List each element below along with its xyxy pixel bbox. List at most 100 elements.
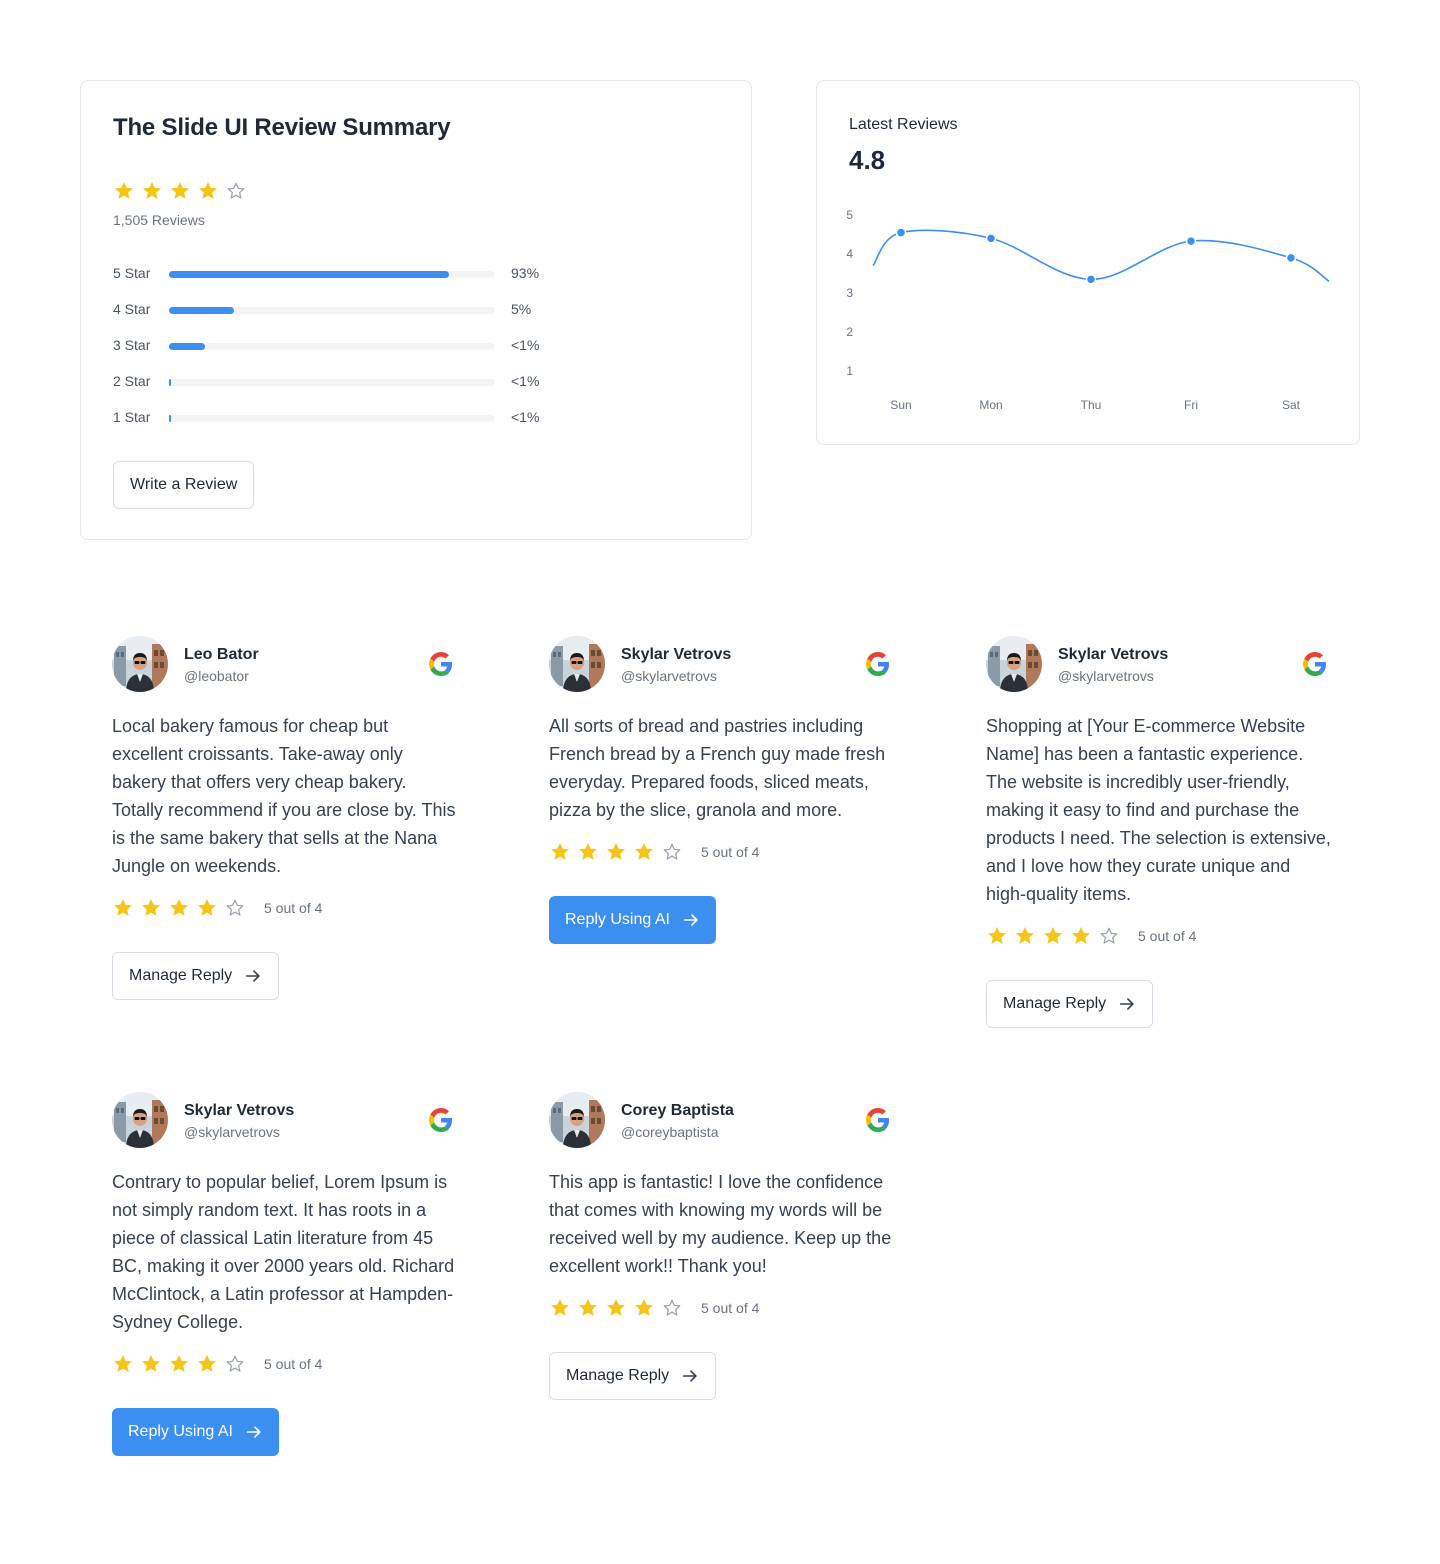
reviewer-name: Corey Baptista — [621, 1102, 734, 1119]
rating-distribution-row: 1 Star <1% — [113, 408, 593, 428]
distribution-label: 3 Star — [113, 337, 151, 353]
review-rating: 5 out of 4 — [112, 1350, 457, 1378]
data-point[interactable] — [1285, 252, 1297, 264]
review-header: Corey Baptista @coreybaptista — [549, 1092, 894, 1152]
star-filled-icon — [1014, 925, 1036, 947]
arrow-right-icon — [681, 1367, 699, 1385]
review-rating: 5 out of 4 — [549, 1294, 894, 1322]
star-filled-icon — [549, 841, 571, 863]
avatar — [549, 1092, 605, 1148]
manage-reply-button[interactable]: Manage Reply — [112, 952, 280, 1000]
y-tick-label: 1 — [846, 364, 853, 378]
distribution-bar-track — [169, 343, 495, 350]
review-text: Local bakery famous for cheap but excell… — [112, 716, 456, 876]
star-filled-icon — [1070, 925, 1092, 947]
star-empty-icon — [224, 897, 246, 919]
rating-text: 5 out of 4 — [264, 1356, 323, 1372]
review-rating: 5 out of 4 — [112, 894, 457, 922]
reviewer-name: Leo Bator — [184, 646, 259, 663]
rating-distribution-row: 2 Star <1% — [113, 372, 593, 392]
distribution-bar-track — [169, 379, 495, 386]
x-tick-label: Thu — [1081, 398, 1102, 412]
distribution-bar-track — [169, 415, 495, 422]
review-stars — [112, 1353, 246, 1375]
x-tick-label: Sat — [1282, 398, 1301, 412]
reply-using-ai-button[interactable]: Reply Using AI — [112, 1408, 279, 1456]
star-filled-icon — [986, 925, 1008, 947]
review-header: Skylar Vetrovs @skylarvetrovs — [112, 1092, 457, 1152]
star-filled-icon — [141, 180, 163, 202]
latest-reviews-card: Latest Reviews 4.8 5 4 3 2 1 Sun Mon Thu Fri Sat — [816, 80, 1360, 445]
star-filled-icon — [1042, 925, 1064, 947]
data-point[interactable] — [985, 233, 997, 244]
review-stars — [112, 897, 246, 919]
google-icon — [1303, 652, 1327, 676]
star-filled-icon — [168, 897, 190, 919]
distribution-bar-fill — [169, 379, 171, 386]
x-tick-label: Sun — [890, 398, 911, 412]
review-stars — [986, 925, 1120, 947]
distribution-label: 1 Star — [113, 409, 151, 425]
button-label: Manage Reply — [1003, 995, 1107, 1012]
distribution-percent: <1% — [511, 337, 540, 353]
avatar — [112, 1092, 168, 1148]
arrow-right-icon — [1118, 995, 1136, 1013]
distribution-label: 2 Star — [113, 373, 151, 389]
distribution-percent: <1% — [511, 373, 540, 389]
review-card: Skylar Vetrovs @skylarvetrovs All sorts of… — [549, 636, 894, 944]
review-rating: 5 out of 4 — [986, 922, 1331, 950]
google-icon — [866, 652, 890, 676]
reviewer-name: Skylar Vetrovs — [621, 646, 732, 663]
data-point[interactable] — [895, 227, 907, 238]
distribution-percent: <1% — [511, 409, 540, 425]
manage-reply-button[interactable]: Manage Reply — [986, 980, 1154, 1028]
arrow-right-icon — [682, 911, 700, 929]
review-text: Contrary to popular belief, Lorem Ipsum … — [112, 1172, 455, 1332]
avatar — [112, 636, 168, 692]
reviewer-handle: @leobator — [184, 668, 249, 684]
rating-distribution-row: 3 Star <1% — [113, 336, 593, 356]
x-tick-label: Fri — [1184, 398, 1198, 412]
review-card: Leo Bator @leobator Local bakery famous fo… — [112, 636, 457, 1000]
star-filled-icon — [605, 1297, 627, 1319]
review-header: Skylar Vetrovs @skylarvetrovs — [986, 636, 1331, 696]
arrow-right-icon — [245, 1423, 263, 1441]
rating-distribution-row: 5 Star 93% — [113, 264, 593, 284]
x-tick-label: Mon — [979, 398, 1002, 412]
write-review-button[interactable]: Write a Review — [113, 461, 255, 509]
y-tick-label: 2 — [846, 325, 853, 339]
review-header: Skylar Vetrovs @skylarvetrovs — [549, 636, 894, 696]
reviews-count: 1,505 Reviews — [113, 212, 205, 228]
reviewer-handle: @coreybaptista — [621, 1124, 719, 1140]
rating-text: 5 out of 4 — [701, 844, 760, 860]
distribution-bar-track — [169, 307, 495, 314]
button-label: Reply Using AI — [128, 1423, 233, 1440]
star-filled-icon — [140, 897, 162, 919]
rating-distribution-row: 4 Star 5% — [113, 300, 593, 320]
reply-using-ai-button[interactable]: Reply Using AI — [549, 896, 716, 944]
google-icon — [866, 1108, 890, 1132]
manage-reply-button[interactable]: Manage Reply — [549, 1352, 717, 1400]
reviewer-handle: @skylarvetrovs — [1058, 668, 1154, 684]
distribution-bar-fill — [169, 307, 235, 314]
button-label: Manage Reply — [129, 967, 233, 984]
star-filled-icon — [196, 897, 218, 919]
data-point[interactable] — [1085, 274, 1097, 285]
latest-reviews-chart: 5 4 3 2 1 Sun Mon Thu Fri Sat — [846, 208, 1330, 412]
data-point[interactable] — [1185, 235, 1197, 247]
write-review-label: Write a Review — [130, 476, 238, 493]
review-card: Skylar Vetrovs @skylarvetrovs Contrary to … — [112, 1092, 457, 1456]
y-tick-label: 5 — [846, 208, 853, 222]
star-filled-icon — [168, 1353, 190, 1375]
distribution-bar-fill — [169, 343, 205, 350]
avatar — [549, 636, 605, 692]
rating-text: 5 out of 4 — [1138, 928, 1197, 944]
review-header: Leo Bator @leobator — [112, 636, 457, 696]
reviewer-handle: @skylarvetrovs — [621, 668, 717, 684]
star-empty-icon — [1098, 925, 1120, 947]
y-tick-label: 3 — [846, 286, 853, 300]
star-empty-icon — [224, 1353, 246, 1375]
review-text: This app is fantastic! I love the confid… — [549, 1172, 892, 1276]
review-card: Corey Baptista @coreybaptista This app is … — [549, 1092, 894, 1400]
google-icon — [429, 652, 453, 676]
